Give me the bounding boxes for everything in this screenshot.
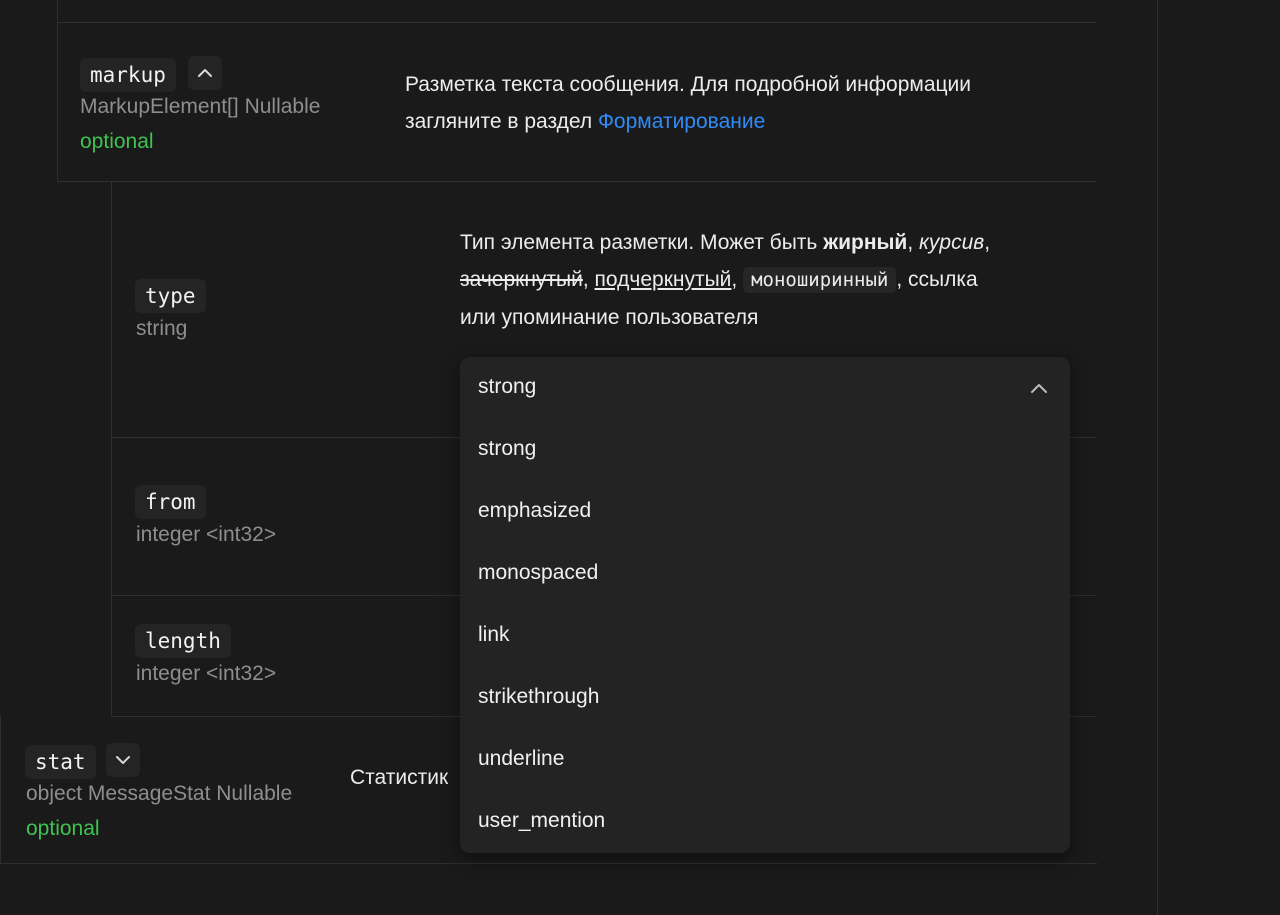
field-type-type: string (136, 317, 188, 340)
dropdown-option-label: link (478, 623, 510, 646)
stat-toggle-button[interactable] (106, 743, 140, 777)
markup-toggle-button[interactable] (188, 56, 222, 90)
optional-label-stat: optional (26, 817, 100, 840)
dropdown-option[interactable]: emphasized (460, 481, 1070, 543)
formatting-link[interactable]: Форматирование (598, 110, 765, 133)
dropdown-option[interactable]: link (460, 605, 1070, 667)
dropdown-option[interactable]: strong (460, 419, 1070, 481)
divider-top (57, 22, 1097, 23)
markup-desc-line1: Разметка текста сообщения. Для подробной… (405, 73, 971, 96)
dropdown-selected-label: strong (478, 375, 537, 398)
dropdown-option-label: monospaced (478, 561, 599, 584)
type-desc-mono: моноширинный (743, 267, 897, 293)
type-desc-sep: , (907, 231, 920, 254)
field-name-type: type (135, 279, 206, 313)
markup-border-left (57, 0, 58, 182)
dropdown-option[interactable]: monospaced (460, 543, 1070, 605)
dropdown-option-label: user_mention (478, 809, 606, 832)
dropdown-option-label: strikethrough (478, 685, 600, 708)
chevron-up-icon[interactable] (1030, 383, 1048, 394)
type-enum-dropdown[interactable]: strong strong emphasized monospaced link… (460, 357, 1070, 853)
nested-border-left (111, 182, 112, 717)
type-desc-bold: жирный (823, 231, 908, 254)
type-desc-sep: , (731, 268, 744, 291)
field-type-markup: MarkupElement[] Nullable (80, 95, 321, 118)
field-name-length: length (135, 624, 231, 658)
dropdown-option-label: underline (478, 747, 565, 770)
field-type-length: integer <int32> (136, 662, 277, 685)
stat-description: Статистик (350, 766, 449, 789)
type-desc-strike: зачеркнутый (460, 268, 583, 291)
field-name-from: from (135, 485, 206, 519)
type-desc-line3: или упоминание пользователя (460, 306, 759, 329)
dropdown-option[interactable]: strikethrough (460, 667, 1070, 729)
stat-border-left (0, 716, 1, 864)
type-description: Тип элемента разметки. Может быть жирный… (460, 224, 1080, 336)
chevron-down-icon (116, 756, 130, 764)
type-desc-sep: , ссылка (896, 268, 978, 291)
dropdown-option-label: strong (478, 437, 537, 460)
type-desc-text: Тип элемента разметки. Может быть (460, 231, 824, 254)
dropdown-selected[interactable]: strong (460, 357, 1070, 419)
field-type-from: integer <int32> (136, 523, 277, 546)
dropdown-option[interactable]: user_mention (460, 791, 1070, 853)
field-type-stat: object MessageStat Nullable (26, 782, 293, 805)
dropdown-option-label: emphasized (478, 499, 592, 522)
type-desc-sep: , (582, 268, 595, 291)
optional-label-markup: optional (80, 130, 154, 153)
field-name-markup: markup (80, 58, 176, 92)
field-name-stat: stat (25, 745, 96, 779)
type-desc-sep: , (984, 231, 991, 254)
content-border-right (1157, 0, 1158, 915)
chevron-up-icon (198, 69, 212, 77)
markup-desc-line2: загляните в раздел (405, 110, 598, 133)
markup-description: Разметка текста сообщения. Для подробной… (405, 66, 1085, 140)
dropdown-option[interactable]: underline (460, 729, 1070, 791)
type-desc-underline: подчеркнутый (594, 268, 732, 291)
divider-stat-bottom (0, 863, 1097, 864)
divider-markup-bottom (57, 181, 1097, 182)
type-desc-italic: курсив (919, 231, 985, 254)
